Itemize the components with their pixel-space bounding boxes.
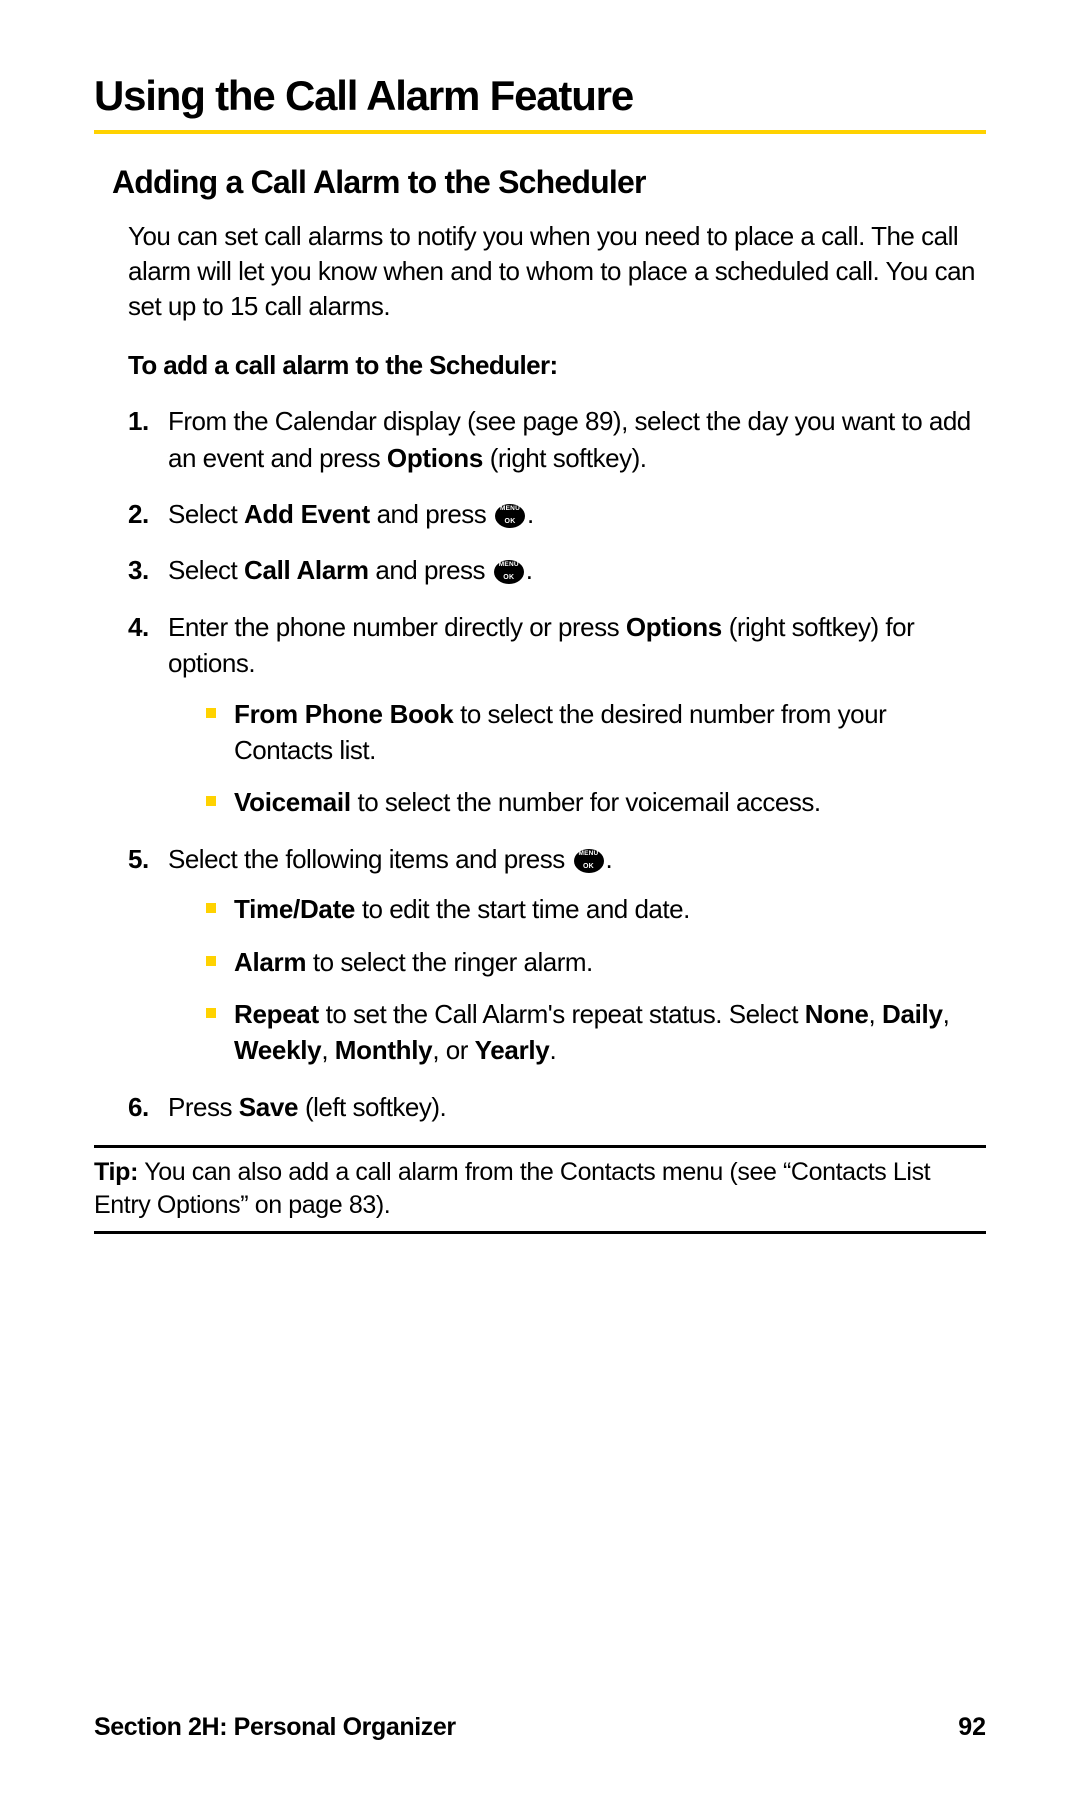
step-text: Press — [168, 1092, 239, 1122]
sub-item: Time/Date to edit the start time and dat… — [206, 891, 986, 927]
tip-block: Tip: You can also add a call alarm from … — [94, 1145, 986, 1234]
step-number: 5. — [128, 841, 149, 877]
step-text: Select — [168, 555, 244, 585]
tip-label: Tip: — [94, 1158, 138, 1186]
step-text: (left softkey). — [298, 1092, 446, 1122]
page-title: Using the Call Alarm Feature — [94, 72, 986, 120]
footer-section: Section 2H: Personal Organizer — [94, 1713, 456, 1742]
step-text: Select the following items and press — [168, 844, 572, 874]
sub-keyword: Weekly — [234, 1035, 321, 1065]
sub-text: to select the number for voicemail acces… — [351, 787, 821, 817]
step-text: (right softkey). — [483, 443, 646, 473]
sub-item: Voicemail to select the number for voice… — [206, 784, 986, 820]
sub-keyword: Voicemail — [234, 787, 351, 817]
sub-text: , — [943, 999, 950, 1029]
menu-ok-icon — [494, 560, 524, 584]
intro-paragraph: You can set call alarms to notify you wh… — [94, 219, 986, 324]
step-list: 1. From the Calendar display (see page 8… — [94, 403, 986, 1125]
sub-keyword: Monthly — [335, 1035, 433, 1065]
sub-keyword: Yearly — [475, 1035, 550, 1065]
step-keyword: Options — [387, 443, 483, 473]
tip-text: Tip: You can also add a call alarm from … — [94, 1156, 986, 1221]
step-keyword: Call Alarm — [244, 555, 369, 585]
step-keyword: Options — [626, 612, 722, 642]
step-1: 1. From the Calendar display (see page 8… — [128, 403, 986, 476]
sub-text: to select the ringer alarm. — [306, 947, 593, 977]
step-text: . — [606, 844, 613, 874]
menu-ok-icon — [495, 504, 525, 528]
step-6: 6. Press Save (left softkey). — [128, 1089, 986, 1125]
tip-body: You can also add a call alarm from the C… — [94, 1158, 930, 1219]
step-number: 2. — [128, 496, 149, 532]
sub-text: to set the Call Alarm's repeat status. S… — [319, 999, 805, 1029]
step-text: Enter the phone number directly or press — [168, 612, 626, 642]
procedure-heading: To add a call alarm to the Scheduler: — [94, 350, 986, 381]
sub-keyword: None — [805, 999, 869, 1029]
sub-list: From Phone Book to select the desired nu… — [168, 696, 986, 821]
sub-keyword: From Phone Book — [234, 699, 453, 729]
sub-text: to edit the start time and date. — [355, 894, 690, 924]
step-text: . — [527, 499, 534, 529]
sub-item: From Phone Book to select the desired nu… — [206, 696, 986, 769]
sub-keyword: Repeat — [234, 999, 319, 1029]
sub-item: Repeat to set the Call Alarm's repeat st… — [206, 996, 986, 1069]
step-text: Select — [168, 499, 244, 529]
sub-text: , — [869, 999, 882, 1029]
step-4: 4. Enter the phone number directly or pr… — [128, 609, 986, 821]
sub-keyword: Time/Date — [234, 894, 355, 924]
step-keyword: Add Event — [244, 499, 370, 529]
sub-item: Alarm to select the ringer alarm. — [206, 944, 986, 980]
step-text: and press — [369, 555, 492, 585]
sub-text: . — [549, 1035, 556, 1065]
step-number: 3. — [128, 552, 149, 588]
step-text: . — [526, 555, 533, 585]
manual-page: Using the Call Alarm Feature Adding a Ca… — [0, 0, 1080, 1800]
sub-text: , — [321, 1035, 334, 1065]
step-text: and press — [370, 499, 493, 529]
step-2: 2. Select Add Event and press . — [128, 496, 986, 532]
section-heading: Adding a Call Alarm to the Scheduler — [94, 164, 986, 201]
sub-list: Time/Date to edit the start time and dat… — [168, 891, 986, 1069]
step-3: 3. Select Call Alarm and press . — [128, 552, 986, 588]
sub-keyword: Alarm — [234, 947, 306, 977]
sub-keyword: Daily — [882, 999, 943, 1029]
step-number: 6. — [128, 1089, 149, 1125]
sub-text: , or — [432, 1035, 474, 1065]
title-underline — [94, 130, 986, 134]
step-number: 1. — [128, 403, 149, 439]
step-keyword: Save — [239, 1092, 299, 1122]
step-number: 4. — [128, 609, 149, 645]
menu-ok-icon — [574, 849, 604, 873]
step-5: 5. Select the following items and press … — [128, 841, 986, 1069]
footer-page-number: 92 — [958, 1713, 986, 1742]
page-footer: Section 2H: Personal Organizer 92 — [94, 1713, 986, 1742]
